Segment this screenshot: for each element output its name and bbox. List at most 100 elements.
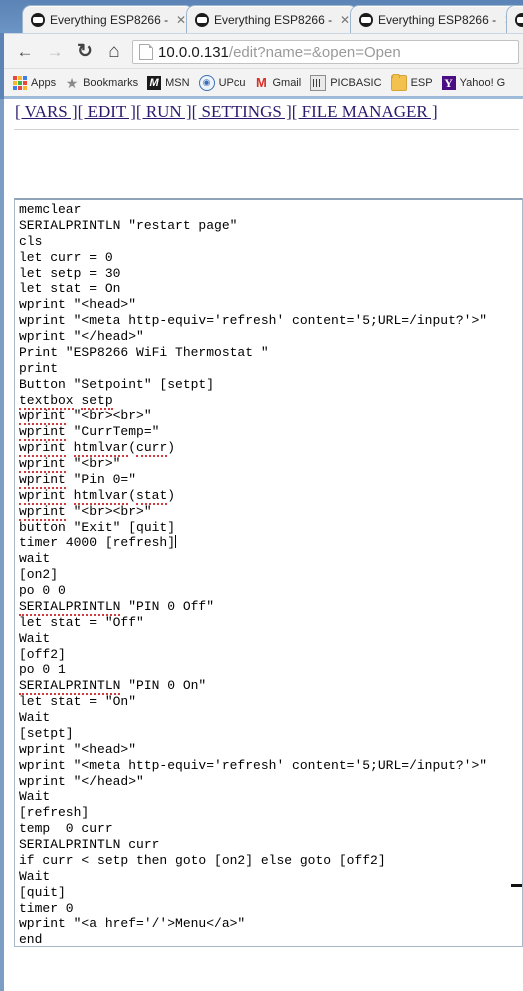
code-line: wprint "<meta http-equiv='refresh' conte… — [19, 757, 488, 773]
code-line: let stat = On — [19, 281, 121, 297]
code-line: Wait — [19, 630, 51, 646]
nav-link-edit[interactable]: [ EDIT ] — [78, 102, 136, 121]
browser-window: Everything ESP8266 - ✕ Everything ESP826… — [0, 0, 523, 991]
bookmark-msn[interactable]: M MSN — [147, 75, 190, 90]
url-host: 10.0.0.131 — [158, 43, 229, 61]
bookmarks-bar: Apps ★ Bookmarks M MSN ◉ UPcu M Gmail PI… — [4, 68, 523, 96]
code-line: wprint "<br><br>" — [19, 408, 152, 426]
tab-title: Everything ESP8266 - — [50, 12, 169, 27]
nav-link-settings[interactable]: [ SETTINGS ] — [192, 102, 292, 121]
code-editor-wrapper: memclear SERIALPRINTLN "restart page" cls l… — [4, 198, 523, 963]
bookmark-bookmarks[interactable]: ★ Bookmarks — [65, 76, 138, 90]
bookmark-yahoo[interactable]: Y Yahoo! G — [441, 75, 506, 90]
bookmark-esp[interactable]: ESP — [390, 73, 433, 91]
nav-link-run[interactable]: [ RUN ] — [136, 102, 192, 121]
page-info-icon — [139, 44, 153, 60]
tab-title: Everything ESP8266 - — [214, 12, 333, 27]
nav-link-file-manager[interactable]: [ FILE MANAGER ] — [292, 102, 438, 121]
address-bar-text: 10.0.0.131/edit?name=&open=Open — [158, 44, 401, 61]
browser-tab-4[interactable] — [506, 5, 523, 33]
code-line: let curr = 0 — [19, 249, 113, 265]
browser-toolbar: ← → ↻ ⌂ 10.0.0.131/edit?name=&open=Open — [4, 33, 523, 69]
browser-tab-3[interactable]: Everything ESP8266 - ✕ — [350, 5, 522, 33]
bookmark-apps[interactable]: Apps — [13, 75, 57, 90]
code-line: SERIALPRINTLN "restart page" — [19, 217, 238, 233]
code-line: Wait — [19, 789, 51, 805]
code-line: wprint "</head>" — [19, 773, 144, 789]
code-line: wprint "<head>" — [19, 741, 137, 757]
code-line: po 0 1 — [19, 662, 66, 678]
bookmark-label: Apps — [31, 76, 57, 89]
code-line: wprint "<br>" — [19, 456, 121, 473]
code-line: SERIALPRINTLN curr — [19, 837, 160, 852]
browser-tab-2[interactable]: Everything ESP8266 - ✕ — [186, 5, 358, 33]
code-line: [off2] — [19, 646, 66, 662]
code-line: po 0 0 — [19, 583, 66, 598]
code-line: [on2] — [19, 567, 59, 583]
code-textarea[interactable]: memclear SERIALPRINTLN "restart page" cls l… — [14, 198, 523, 947]
text-caret — [175, 535, 177, 549]
bookmark-upcu[interactable]: ◉ UPcu — [198, 74, 246, 91]
code-line: timer 4000 [refresh] — [19, 535, 177, 551]
code-line: button "Exit" [quit] — [19, 519, 176, 535]
code-line: Wait — [19, 710, 51, 725]
picbasic-icon — [310, 74, 327, 91]
code-line: [quit] — [19, 884, 66, 900]
code-line: SERIALPRINTLN "PIN 0 On" — [19, 678, 207, 696]
yahoo-icon: Y — [441, 75, 456, 90]
code-line: cls — [19, 233, 43, 249]
esp-favicon-icon — [31, 12, 45, 27]
esp-favicon-icon — [359, 12, 373, 27]
line-overflow-marker — [511, 884, 522, 887]
msn-icon: M — [147, 75, 162, 90]
code-line: wait — [19, 551, 51, 567]
code-line: end — [19, 932, 43, 947]
code-line: Button "Setpoint" [setpt] — [19, 376, 215, 392]
bookmark-label: UPcu — [218, 76, 246, 89]
esp-favicon-icon — [195, 12, 209, 27]
code-line: [refresh] — [19, 805, 90, 821]
bookmark-label: Gmail — [272, 76, 302, 89]
gmail-icon: M — [256, 74, 267, 90]
code-line: [setpt] — [19, 725, 74, 741]
bookmark-label: Yahoo! G — [459, 76, 506, 89]
nav-link-vars[interactable]: [ VARS ] — [15, 102, 78, 121]
code-line: let stat = "Off" — [19, 614, 144, 630]
bookmark-label: MSN — [165, 76, 190, 89]
url-path: /edit?name=&open=Open — [228, 43, 401, 61]
code-line: memclear — [19, 202, 82, 217]
bookmark-label: PICBASIC — [330, 76, 382, 89]
code-line: wprint "<a href='/'>Menu</a>" — [19, 916, 246, 932]
home-button[interactable]: ⌂ — [103, 40, 125, 62]
code-line: timer 0 — [19, 900, 74, 916]
code-line: let stat = "On" — [19, 694, 137, 710]
code-line: let setp = 30 — [19, 265, 121, 281]
tab-title: Everything ESP8266 - — [378, 12, 497, 27]
code-line: wprint "<meta http-equiv='refresh' conte… — [19, 313, 488, 329]
bookmark-label: Bookmarks — [83, 76, 139, 89]
address-bar[interactable]: 10.0.0.131/edit?name=&open=Open — [132, 40, 519, 64]
code-line: SERIALPRINTLN "PIN 0 Off" — [19, 598, 215, 616]
code-content: memclear SERIALPRINTLN "restart page" cls l… — [19, 202, 522, 947]
bookmark-picbasic[interactable]: PICBASIC — [310, 74, 382, 91]
code-line: wprint "</head>" — [19, 329, 144, 344]
back-button[interactable]: ← — [14, 40, 36, 62]
code-line: wprint "Pin 0=" — [19, 471, 137, 489]
apps-grid-icon — [13, 75, 27, 90]
code-line: wprint "<br><br>" — [19, 503, 152, 521]
code-line: Wait — [19, 868, 51, 884]
bookmark-gmail[interactable]: M Gmail — [254, 74, 302, 90]
tab-strip: Everything ESP8266 - ✕ Everything ESP826… — [0, 0, 523, 33]
browser-tab-1[interactable]: Everything ESP8266 - ✕ — [22, 5, 194, 33]
page-nav-links: [ VARS ][ EDIT ][ RUN ][ SETTINGS ][ FIL… — [15, 102, 438, 122]
code-line: wprint htmlvar(curr) — [19, 440, 176, 458]
star-icon: ★ — [65, 74, 79, 91]
code-line: wprint "CurrTemp=" — [19, 424, 160, 442]
reload-button[interactable]: ↻ — [74, 40, 96, 62]
folder-icon — [390, 73, 407, 91]
code-line: textbox setp — [19, 392, 113, 410]
forward-button[interactable]: → — [44, 40, 66, 62]
code-line: if curr < setp then goto [on2] else goto… — [19, 852, 386, 868]
page-viewport: [ VARS ][ EDIT ][ RUN ][ SETTINGS ][ FIL… — [4, 99, 523, 991]
code-line: Print "ESP8266 WiFi Thermostat " — [19, 344, 269, 360]
